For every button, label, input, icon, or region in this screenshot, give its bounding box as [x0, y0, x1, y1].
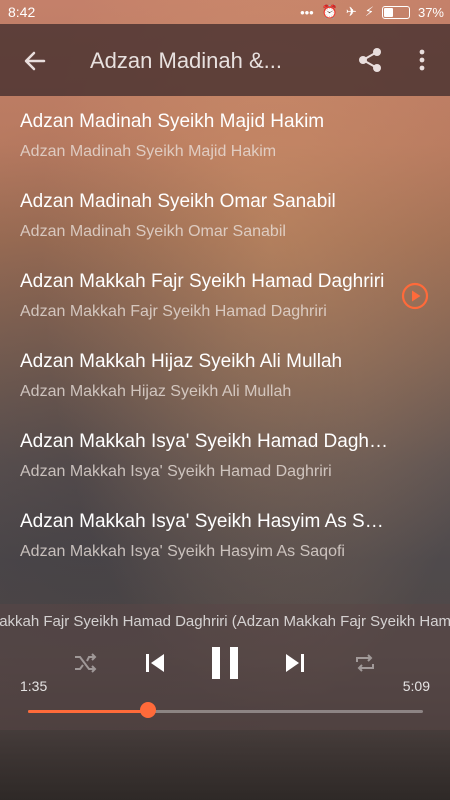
elapsed-time: 1:35 [20, 678, 48, 694]
track-list: Adzan Madinah Syeikh Majid Hakim Adzan M… [0, 96, 450, 606]
app-bar: Adzan Madinah &... [0, 24, 450, 96]
track-subtitle: Adzan Makkah Isya' Syeikh Hasyim As Saqo… [20, 543, 345, 560]
player-panel: Adzan Makkah Fajr Syeikh Hamad Daghriri … [0, 604, 450, 730]
track-title: Adzan Makkah Hijaz Syeikh Ali Mullah [20, 351, 343, 372]
track-title: Adzan Makkah Isya' Syeikh Hasyim As Saqo… [20, 511, 390, 532]
previous-icon[interactable] [132, 640, 178, 686]
battery-percent: 37% [417, 4, 444, 20]
more-notifications-icon: ••• [300, 4, 314, 20]
alarm-off-icon: ⏰ [321, 4, 338, 19]
track-subtitle: Adzan Makkah Isya' Syeikh Hamad Daghriri [20, 463, 332, 480]
status-bar: 8:42 ••• ⏰ ✈ ⚡ 37% [0, 0, 450, 24]
track-title: Adzan Makkah Fajr Syeikh Hamad Daghriri [20, 271, 385, 292]
track-item[interactable]: Adzan Makkah Hijaz Syeikh Ali Mullah Adz… [0, 336, 450, 416]
total-duration: 5:09 [402, 678, 430, 694]
track-subtitle: Adzan Makkah Fajr Syeikh Hamad Daghriri [20, 303, 327, 320]
play-circle-icon[interactable] [401, 282, 429, 310]
track-item[interactable]: Adzan Madinah Syeikh Majid Hakim Adzan M… [0, 96, 450, 176]
track-title: Adzan Madinah Syeikh Majid Hakim [20, 111, 325, 132]
now-playing-marquee: Adzan Makkah Fajr Syeikh Hamad Daghriri … [0, 611, 450, 633]
track-subtitle: Adzan Makkah Hijaz Syeikh Ali Mullah [20, 383, 292, 400]
seek-bar[interactable] [28, 710, 423, 713]
overflow-menu-icon[interactable] [416, 46, 428, 74]
seek-progress [28, 710, 151, 713]
page-title: Adzan Madinah &... [90, 48, 283, 73]
track-item[interactable]: Adzan Makkah Isya' Syeikh Hamad Daghriri… [0, 416, 450, 496]
battery-icon [381, 5, 410, 19]
share-icon[interactable] [356, 46, 384, 74]
track-title: Adzan Madinah Syeikh Omar Sanabil [20, 191, 336, 212]
seek-thumb[interactable] [140, 702, 156, 718]
track-subtitle: Adzan Madinah Syeikh Omar Sanabil [20, 223, 286, 240]
status-time: 8:42 [8, 4, 36, 20]
pause-icon[interactable] [202, 640, 248, 686]
track-item[interactable]: Adzan Madinah Syeikh Omar Sanabil Adzan … [0, 176, 450, 256]
track-title: Adzan Makkah Isya' Syeikh Hamad Daghriri [20, 431, 390, 452]
repeat-icon[interactable] [342, 640, 388, 686]
next-icon[interactable] [272, 640, 318, 686]
track-item[interactable]: Adzan Makkah Isya' Syeikh Hasyim As Saqo… [0, 496, 450, 576]
background-bottom [0, 730, 450, 800]
track-item-playing[interactable]: Adzan Makkah Fajr Syeikh Hamad Daghriri … [0, 256, 450, 336]
back-arrow-icon[interactable] [22, 48, 48, 74]
now-playing-text: Adzan Makkah Fajr Syeikh Hamad Daghriri … [0, 613, 450, 630]
status-icons: ••• ⏰ ✈ ⚡ 37% [300, 4, 444, 20]
shuffle-icon[interactable] [62, 640, 108, 686]
airplane-mode-icon: ✈ [345, 4, 357, 19]
charging-icon: ⚡ [364, 4, 374, 19]
track-subtitle: Adzan Madinah Syeikh Majid Hakim [20, 143, 277, 160]
